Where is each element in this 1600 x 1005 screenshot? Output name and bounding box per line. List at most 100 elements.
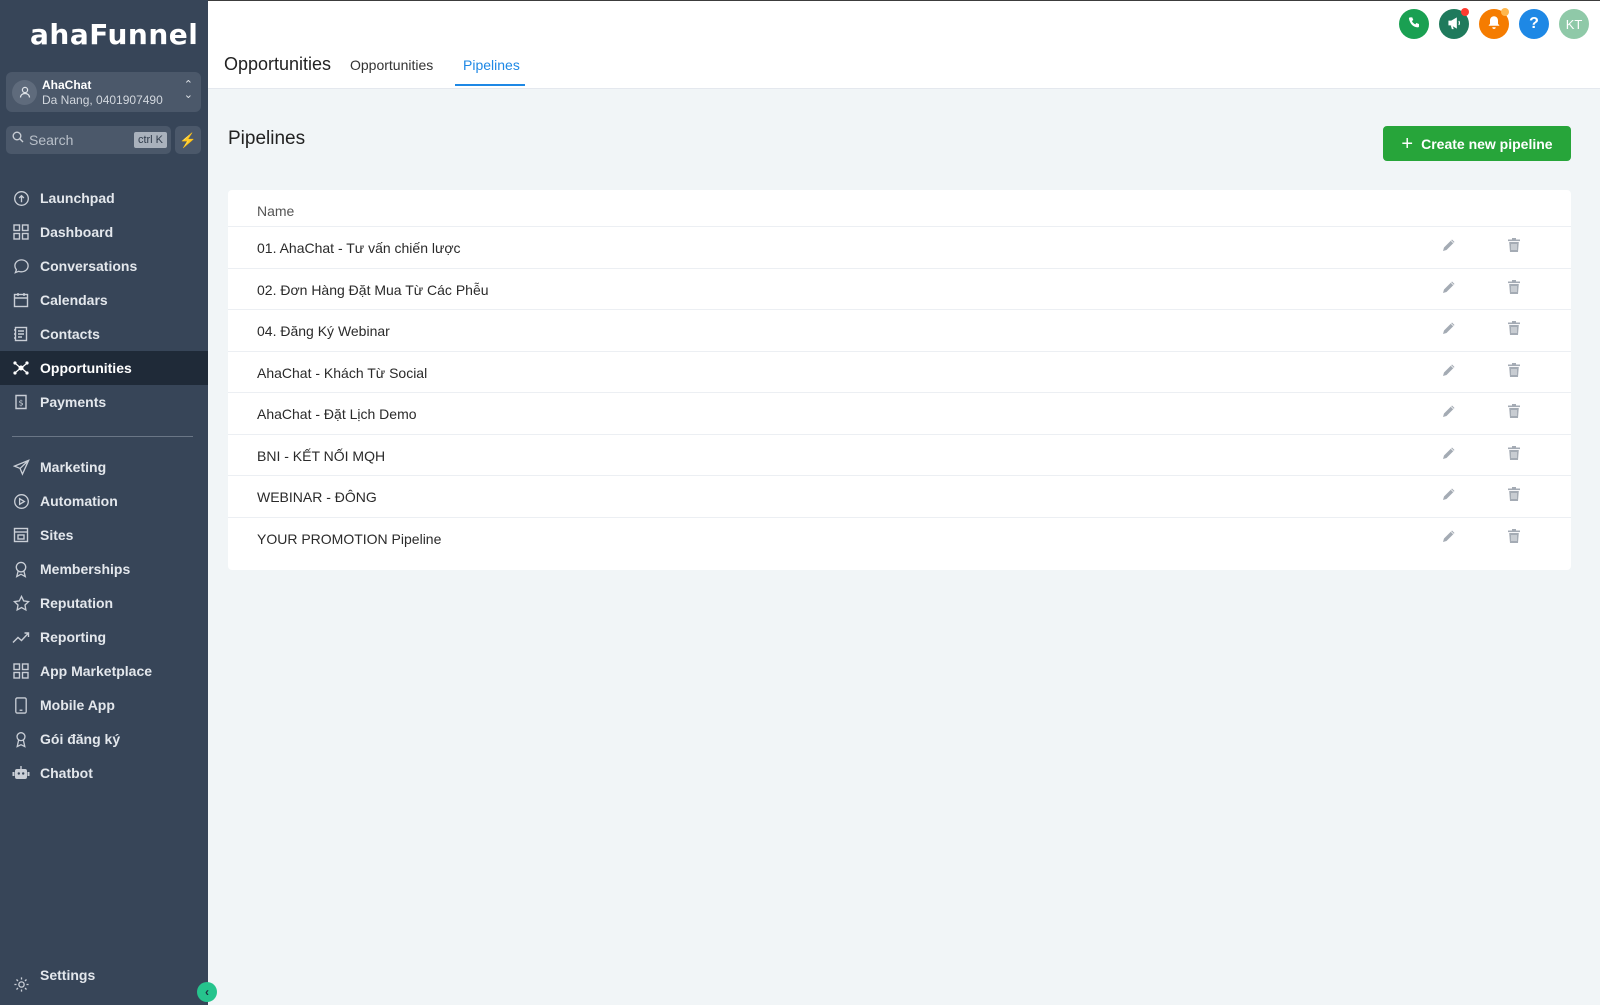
sidebar-item-reputation[interactable]: Reputation [0, 586, 208, 620]
sidebar-item-reporting[interactable]: Reporting [0, 620, 208, 654]
sidebar-item-label: Reporting [40, 629, 107, 645]
page-section-title: Opportunities [224, 54, 332, 74]
sidebar-item-dashboard[interactable]: Dashboard [0, 215, 208, 249]
sidebar-item-sites[interactable]: Sites [0, 518, 208, 552]
lightning-icon[interactable]: ⚡ [175, 126, 201, 154]
sidebar-item-label: App Marketplace [40, 663, 153, 679]
sidebar-item-label: Automation [40, 493, 118, 509]
tab-pipelines[interactable]: Pipelines [463, 57, 520, 73]
sidebar-item-label: Marketing [40, 459, 107, 475]
table-row: 02. Đơn Hàng Đặt Mua Từ Các Phễu [228, 267, 1571, 310]
search-bar[interactable]: Search ctrl K [6, 126, 171, 154]
account-switcher[interactable]: AhaChat Da Nang, 0401907490 ⌃ ⌄ [6, 72, 201, 112]
sidebar-item-memberships[interactable]: Memberships [0, 552, 208, 586]
pipeline-name[interactable]: 02. Đơn Hàng Đặt Mua Từ Các Phễu [257, 282, 489, 298]
pipeline-name[interactable]: 04. Đăng Ký Webinar [257, 323, 390, 339]
sidebar-item-calendars[interactable]: Calendars [0, 283, 208, 317]
sidebar-item-settings[interactable]: Settings [0, 967, 208, 1001]
edit-pencil-icon[interactable] [1441, 528, 1459, 548]
sidebar-item-opportunities[interactable]: Opportunities [0, 351, 208, 385]
sidebar-item-contacts[interactable]: Contacts [0, 317, 208, 351]
bell-icon [1487, 15, 1501, 33]
sidebar-item-launchpad[interactable]: Launchpad [0, 181, 208, 215]
sidebar: ahaFunnel AhaChat Da Nang, 0401907490 ⌃ ⌄… [0, 0, 217, 1005]
svg-text:$: $ [18, 399, 23, 408]
create-pipeline-button[interactable]: + Create new pipeline [1383, 126, 1571, 161]
edit-pencil-icon[interactable] [1441, 279, 1459, 299]
grid-icon [12, 662, 30, 680]
edit-pencil-icon[interactable] [1441, 362, 1459, 382]
sidebar-item-label: Memberships [40, 561, 131, 577]
sidebar-item-label: Gói đăng ký [40, 731, 121, 747]
sidebar-item-label: Conversations [40, 258, 138, 274]
sidebar-item-automation[interactable]: Automation [0, 484, 208, 518]
delete-trash-icon[interactable] [1507, 237, 1525, 257]
sidebar-item-label: Reputation [40, 595, 114, 611]
top-header: Opportunities Opportunities Pipelines ? … [208, 0, 1600, 89]
edit-pencil-icon[interactable] [1441, 445, 1459, 465]
pipeline-name[interactable]: WEBINAR - ĐÔNG [257, 489, 377, 505]
contacts-icon [12, 325, 30, 343]
search-placeholder: Search [29, 132, 74, 148]
table-row: 01. AhaChat - Tư vấn chiến lược [228, 226, 1571, 268]
sidebar-item-g-i-ng-k[interactable]: Gói đăng ký [0, 722, 208, 756]
pipeline-name[interactable]: BNI - KẾT NỐI MQH [257, 448, 385, 464]
sidebar-item-label: Contacts [40, 326, 100, 342]
phone-button[interactable] [1399, 9, 1429, 39]
pipeline-name[interactable]: AhaChat - Đặt Lịch Demo [257, 406, 417, 422]
launchpad-icon [12, 189, 30, 207]
pipeline-name[interactable]: 01. AhaChat - Tư vấn chiến lược [257, 240, 461, 256]
delete-trash-icon[interactable] [1507, 528, 1525, 548]
sidebar-item-app-marketplace[interactable]: App Marketplace [0, 654, 208, 688]
delete-trash-icon[interactable] [1507, 362, 1525, 382]
payments-icon: $ [12, 393, 30, 411]
column-header-name: Name [257, 203, 295, 219]
sidebar-item-label: Mobile App [40, 697, 115, 713]
page-title: Pipelines [228, 128, 306, 149]
sidebar-item-label: Opportunities [40, 360, 132, 376]
notifications-button[interactable] [1479, 8, 1509, 39]
sidebar-item-payments[interactable]: $ Payments [0, 385, 208, 419]
collapse-sidebar-button[interactable]: ‹ [197, 982, 217, 1002]
sidebar-item-marketing[interactable]: Marketing [0, 450, 208, 484]
create-pipeline-label: Create new pipeline [1421, 135, 1553, 152]
delete-trash-icon[interactable] [1507, 403, 1525, 423]
mobile-icon [12, 696, 30, 714]
edit-pencil-icon[interactable] [1441, 320, 1459, 340]
award-icon [12, 730, 30, 748]
user-avatar[interactable]: KT [1559, 9, 1589, 39]
table-row: AhaChat - Khách Từ Social [228, 350, 1571, 393]
delete-trash-icon[interactable] [1507, 486, 1525, 506]
announcements-button[interactable] [1439, 8, 1469, 39]
account-location: Da Nang, 0401907490 [42, 93, 163, 107]
calendar-icon [12, 291, 30, 309]
pipeline-name[interactable]: YOUR PROMOTION Pipeline [257, 531, 441, 547]
sidebar-item-conversations[interactable]: Conversations [0, 249, 208, 283]
delete-trash-icon[interactable] [1507, 320, 1525, 340]
active-tab-indicator [455, 84, 525, 86]
search-icon [12, 131, 24, 146]
notification-dot [1501, 8, 1509, 16]
avatar-initials: KT [1565, 16, 1583, 32]
pipeline-name[interactable]: AhaChat - Khách Từ Social [257, 365, 427, 381]
table-row: WEBINAR - ĐÔNG [228, 475, 1571, 517]
dashboard-icon [12, 223, 30, 241]
tab-opportunities[interactable]: Opportunities [350, 57, 433, 73]
sidebar-item-chatbot[interactable]: Chatbot [0, 756, 208, 790]
delete-trash-icon[interactable] [1507, 445, 1525, 465]
edit-pencil-icon[interactable] [1441, 403, 1459, 423]
pipelines-table: Name 01. AhaChat - Tư vấn chiến lược 02. … [228, 190, 1571, 570]
brand-logo[interactable]: ahaFunnel [30, 18, 198, 51]
sidebar-item-label: Chatbot [40, 765, 93, 781]
delete-trash-icon[interactable] [1507, 279, 1525, 299]
automation-icon [12, 492, 30, 510]
sidebar-item-mobile-app[interactable]: Mobile App [0, 688, 208, 722]
edit-pencil-icon[interactable] [1441, 486, 1459, 506]
sidebar-item-label: Sites [40, 527, 74, 543]
opportunities-icon [12, 359, 30, 377]
help-button[interactable]: ? [1519, 9, 1549, 39]
edit-pencil-icon[interactable] [1441, 237, 1459, 257]
plus-icon: + [1401, 132, 1414, 155]
table-row: YOUR PROMOTION Pipeline [228, 516, 1571, 559]
chat-bubble-icon [12, 257, 30, 275]
